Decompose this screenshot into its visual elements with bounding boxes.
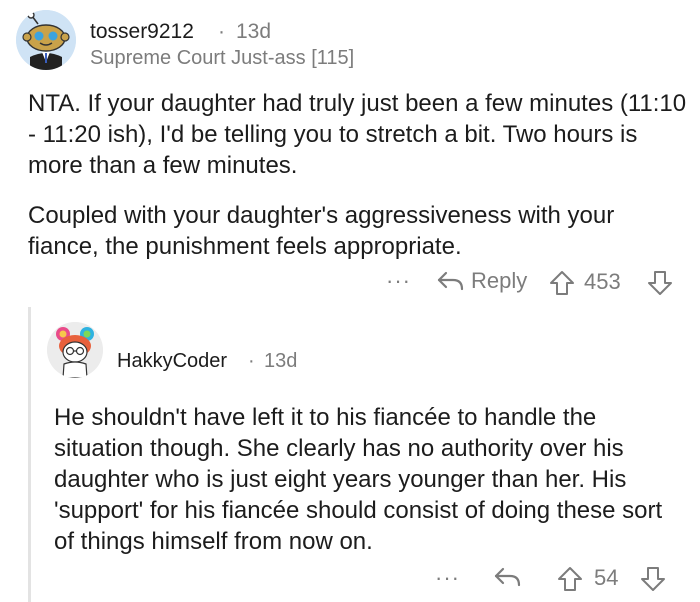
meta-separator: ·: [218, 20, 225, 43]
comment-age: 13d: [236, 20, 272, 43]
upvote-button[interactable]: [557, 566, 583, 592]
upvote-arrow-icon: [557, 566, 583, 592]
upvote-button[interactable]: [549, 270, 575, 296]
reply-username[interactable]: HakkyCoder: [117, 350, 227, 373]
reply-arrow-icon: [437, 270, 465, 292]
vote-score: 453: [584, 269, 621, 294]
more-options-button[interactable]: ···: [386, 268, 411, 294]
downvote-arrow-icon: [640, 566, 666, 592]
comment-body-paragraph: NTA. If your daughter had truly just bee…: [28, 90, 687, 179]
more-options-button[interactable]: ···: [435, 565, 460, 591]
reply-arrow-icon: [494, 566, 522, 588]
downvote-arrow-icon: [647, 270, 673, 296]
reply-age: 13d: [264, 350, 298, 372]
vote-score: 54: [594, 565, 619, 590]
reply-body-paragraph: He shouldn't have left it to his fiancée…: [54, 404, 663, 555]
thread-line[interactable]: [28, 307, 31, 602]
reply-button[interactable]: [494, 566, 522, 588]
downvote-button[interactable]: [647, 270, 673, 296]
comment-username[interactable]: tosser9212: [90, 20, 194, 44]
more-options-icon: ···: [435, 565, 460, 590]
more-options-icon: ···: [386, 268, 411, 293]
comment-body-paragraph: Coupled with your daughter's aggressiven…: [28, 202, 615, 260]
downvote-button[interactable]: [640, 566, 666, 592]
upvote-arrow-icon: [549, 270, 575, 296]
user-flair: Supreme Court Just-ass [115]: [90, 47, 355, 69]
meta-separator: ·: [248, 350, 255, 372]
reply-button[interactable]: Reply: [437, 268, 527, 294]
avatar[interactable]: [16, 10, 76, 70]
reply-label: Reply: [471, 268, 528, 293]
avatar[interactable]: [47, 322, 103, 378]
